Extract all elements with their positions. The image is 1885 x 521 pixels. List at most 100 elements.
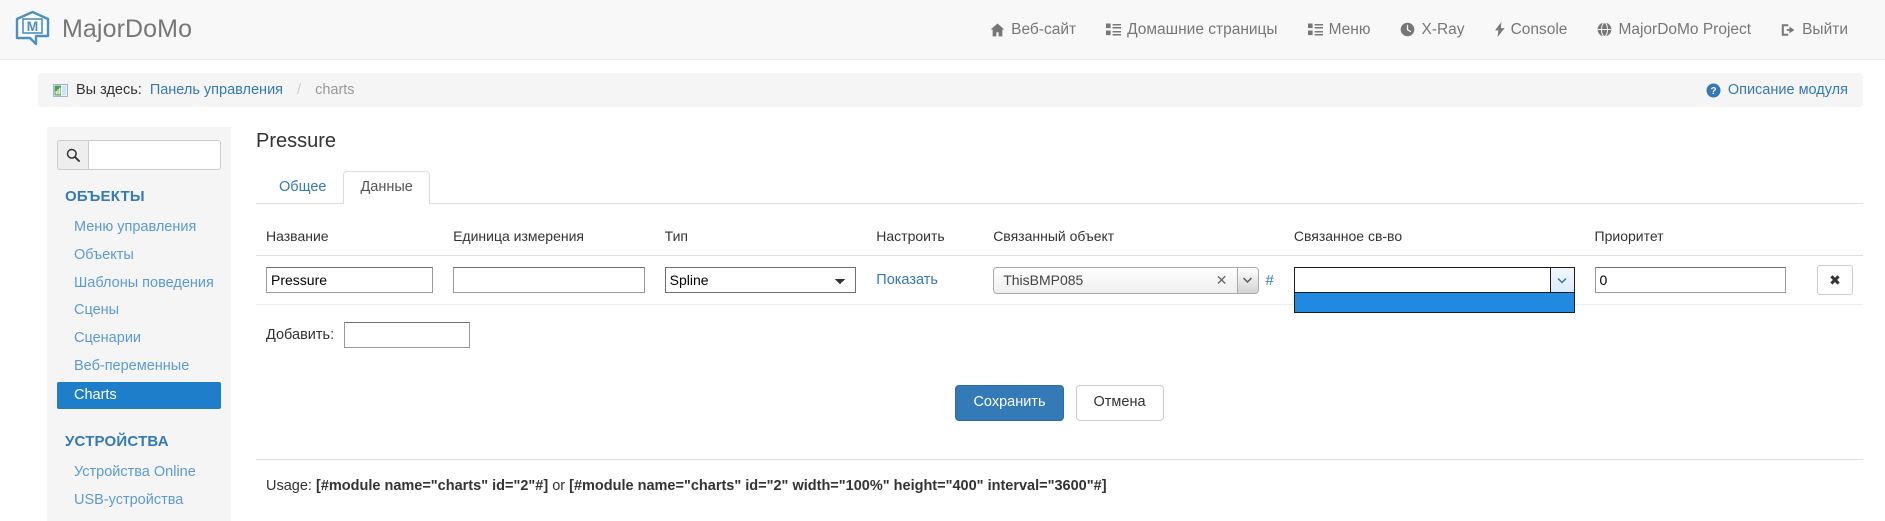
breadcrumb-prefix: Вы здесь:	[76, 82, 142, 98]
page-icon	[53, 84, 68, 97]
column-header-priority: Приоритет	[1585, 228, 1797, 256]
nav-item-console[interactable]: Console	[1480, 21, 1583, 39]
breadcrumb: Вы здесь: Панель управления / charts	[53, 82, 355, 98]
cell-type: SplineLineAreaColumnBar	[655, 256, 867, 305]
delete-row-button[interactable]: ✖	[1817, 265, 1853, 295]
module-description-link[interactable]: Описание модуля	[1728, 82, 1848, 98]
nav-item-majordomo-project[interactable]: MajorDoMo Project	[1582, 21, 1766, 39]
linked-property-options[interactable]	[1294, 293, 1575, 313]
cell-setup: Показать	[866, 256, 983, 305]
close-icon: ✖	[1829, 272, 1841, 289]
column-header-name: Название	[256, 228, 443, 256]
tab-general[interactable]: Общее	[262, 171, 343, 204]
save-button[interactable]: Сохранить	[955, 385, 1063, 421]
search-icon	[66, 148, 80, 162]
priority-input[interactable]	[1595, 267, 1787, 293]
cancel-button[interactable]: Отмена	[1076, 385, 1164, 421]
sidebar-item-scenes[interactable]: Сцены	[57, 297, 221, 325]
navbar-items: Веб-сайт Домашние страницы	[975, 21, 1863, 39]
question-circle-icon: ?	[1706, 83, 1721, 98]
add-input[interactable]	[344, 322, 470, 348]
usage-hint: Usage: [#module name="charts" id="2"#] o…	[256, 459, 1863, 494]
sidebar-search	[57, 140, 221, 170]
sidebar-section-title-devices: УСТРОЙСТВА	[65, 433, 221, 450]
add-label: Добавить:	[266, 327, 334, 343]
sidebar-item-charts[interactable]: Charts	[57, 382, 221, 410]
sidebar-item-control-menu[interactable]: Меню управления	[57, 214, 221, 242]
column-header-setup: Настроить	[866, 228, 983, 256]
nav-item-home-pages[interactable]: Домашние страницы	[1091, 21, 1292, 39]
usage-middle: or	[552, 478, 565, 494]
nav-item-label: Console	[1511, 21, 1568, 39]
home-icon	[990, 23, 1005, 37]
top-navbar: M MajorDoMo Веб-сайт Домашн	[0, 0, 1885, 60]
sidebar-item-scenarios[interactable]: Сценарии	[57, 325, 221, 353]
column-header-actions	[1796, 228, 1863, 256]
column-header-object: Связанный объект	[983, 228, 1284, 256]
home-shield-logo-icon: M	[14, 10, 51, 50]
svg-text:M: M	[27, 18, 39, 34]
data-table: Название Единица измерения Тип Настроить…	[256, 228, 1863, 305]
bolt-icon	[1495, 22, 1505, 37]
usage-code-long: [#module name="charts" id="2" width="100…	[569, 478, 1106, 494]
usage-label: Usage:	[266, 478, 312, 494]
nav-item-label: MajorDoMo Project	[1618, 21, 1751, 39]
nav-item-label: Домашние страницы	[1127, 21, 1277, 39]
search-input[interactable]	[88, 140, 221, 170]
nav-item-label: Меню	[1329, 21, 1371, 39]
tab-data[interactable]: Данные	[343, 171, 429, 204]
nav-item-label: Веб-сайт	[1011, 21, 1076, 39]
table-header-row: Название Единица измерения Тип Настроить…	[256, 228, 1863, 256]
sidebar-item-usb-devices[interactable]: USB-устройства	[57, 487, 221, 515]
linked-property-option[interactable]	[1295, 293, 1574, 312]
hash-link[interactable]: #	[1266, 272, 1274, 289]
name-input[interactable]	[266, 267, 433, 293]
breadcrumb-separator: /	[291, 82, 307, 98]
linked-property-box[interactable]	[1294, 267, 1575, 293]
linked-property-value	[1295, 268, 1550, 292]
sidebar-item-devices-online[interactable]: Устройства Online	[57, 459, 221, 487]
nav-item-menu[interactable]: Меню	[1293, 21, 1386, 39]
search-button[interactable]	[57, 140, 88, 170]
linked-object-select2[interactable]: ThisBMP085 ✕	[993, 267, 1258, 294]
type-select[interactable]: SplineLineAreaColumnBar	[665, 267, 857, 293]
cell-name	[256, 256, 443, 305]
brand-logo-link[interactable]: M MajorDoMo	[10, 10, 192, 50]
table-row: SplineLineAreaColumnBar Показать ThisBMP…	[256, 256, 1863, 305]
show-link[interactable]: Показать	[876, 272, 938, 288]
list-icon	[1308, 23, 1323, 36]
tab-bar: Общее Данные	[256, 170, 1863, 204]
nav-item-xray[interactable]: X-Ray	[1385, 21, 1479, 39]
cell-unit	[443, 256, 655, 305]
cell-priority	[1585, 256, 1797, 305]
nav-item-logout[interactable]: Выйти	[1766, 21, 1863, 39]
unit-input[interactable]	[453, 267, 645, 293]
chevron-down-icon[interactable]	[1550, 268, 1574, 292]
breadcrumb-bar: Вы здесь: Панель управления / charts ? О…	[0, 60, 1885, 107]
close-icon[interactable]: ✕	[1214, 273, 1237, 287]
sidebar-item-web-variables[interactable]: Веб-переменные	[57, 353, 221, 381]
nav-item-label: Выйти	[1802, 21, 1848, 39]
sidebar-item-objects[interactable]: Объекты	[57, 242, 221, 270]
cell-linked-property	[1284, 256, 1585, 305]
linked-property-select[interactable]	[1294, 267, 1575, 293]
cell-actions: ✖	[1796, 256, 1863, 305]
nav-item-website[interactable]: Веб-сайт	[975, 21, 1091, 39]
page-title: Pressure	[256, 130, 1863, 153]
chevron-down-icon[interactable]	[1237, 268, 1258, 293]
breadcrumb-root-link[interactable]: Панель управления	[150, 82, 283, 98]
column-header-property: Связанное св-во	[1284, 228, 1585, 256]
usage-code-short: [#module name="charts" id="2"#]	[316, 478, 548, 494]
sidebar-section-title-objects: ОБЪЕКТЫ	[65, 188, 221, 205]
nav-item-label: X-Ray	[1421, 21, 1464, 39]
linked-object-value: ThisBMP085	[994, 272, 1214, 288]
main-content: Pressure Общее Данные Название Единица и…	[256, 127, 1863, 494]
list-icon	[1106, 23, 1121, 36]
form-actions: Сохранить Отмена	[256, 385, 1863, 421]
globe-icon	[1597, 22, 1612, 37]
sidebar: ОБЪЕКТЫ Меню управления Объекты Шаблоны …	[47, 127, 231, 521]
brand-name: MajorDoMo	[62, 15, 192, 44]
svg-text:?: ?	[1710, 86, 1716, 97]
sidebar-item-behavior-templates[interactable]: Шаблоны поведения	[57, 270, 221, 298]
add-row: Добавить:	[266, 322, 1863, 348]
